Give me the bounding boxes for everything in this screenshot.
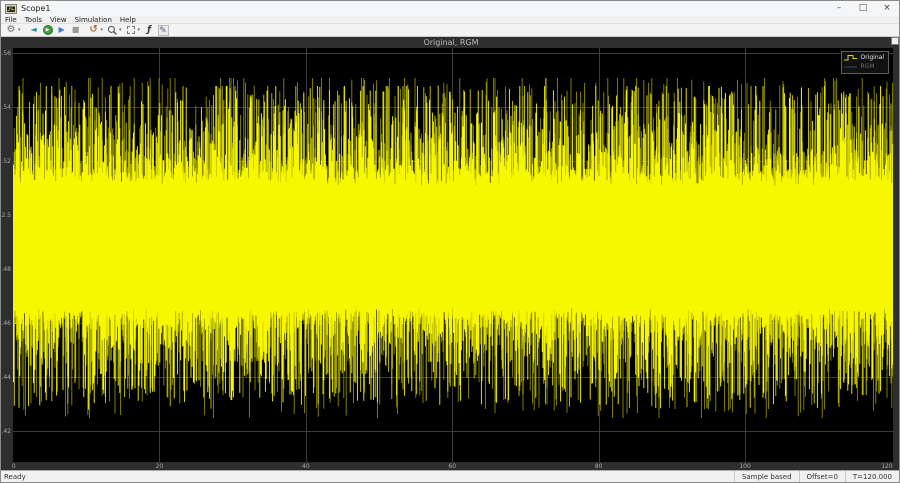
magnifier-icon: [107, 25, 118, 36]
menu-item-tools[interactable]: Tools: [21, 16, 46, 24]
zoom-button[interactable]: [106, 24, 118, 36]
trigger-button[interactable]: ƒ: [143, 24, 155, 36]
y-tick-label: 2.54: [0, 104, 11, 111]
status-offset: Offset=0: [799, 471, 845, 483]
y-tick-label: 2.52: [0, 158, 11, 165]
window-title: Scope1: [21, 4, 827, 13]
span-button[interactable]: [125, 24, 137, 36]
legend-line-original-icon: [844, 54, 858, 62]
status-sample-mode: Sample based: [734, 471, 799, 483]
menu-item-view[interactable]: View: [46, 16, 71, 24]
settings-dropdown-caret[interactable]: ▾: [18, 27, 21, 33]
y-tick-label: 2.44: [0, 374, 11, 381]
legend[interactable]: Original RGM: [841, 51, 889, 74]
plot-axes[interactable]: Original RGM: [13, 48, 893, 462]
stop-button[interactable]: ■: [70, 24, 82, 36]
restore-view-icon: ↺: [89, 24, 97, 36]
undock-icon[interactable]: [891, 37, 899, 45]
y-tick-label: 2.5: [1, 212, 11, 219]
minimize-button[interactable]: –: [827, 1, 851, 16]
status-bar: Ready Sample based Offset=0 T=120.000: [1, 470, 899, 482]
measurements-button[interactable]: ✎: [157, 24, 169, 36]
legend-label-rgm: RGM: [861, 63, 875, 70]
plot-title: Original, RGM: [1, 38, 900, 47]
maximize-button[interactable]: □: [851, 1, 875, 16]
measurements-icon: ✎: [158, 25, 169, 36]
span-dropdown-caret[interactable]: ▾: [138, 27, 141, 33]
menu-item-help[interactable]: Help: [116, 16, 140, 24]
legend-row-rgm: RGM: [844, 62, 884, 71]
status-ready: Ready: [1, 473, 734, 481]
run-icon: ▶: [43, 25, 53, 35]
y-tick-label: 2.46: [0, 320, 11, 327]
legend-label-original: Original: [861, 54, 884, 61]
y-tick-label: 2.42: [0, 428, 11, 435]
settings-button[interactable]: ⚙: [5, 24, 17, 36]
trigger-icon: ƒ: [147, 24, 151, 36]
menu-item-simulation[interactable]: Simulation: [71, 16, 116, 24]
legend-row-original: Original: [844, 53, 884, 62]
menu-bar: FileToolsViewSimulationHelp: [1, 16, 899, 24]
highlight-block-button[interactable]: ◄: [28, 24, 40, 36]
step-forward-button[interactable]: ▶: [56, 24, 68, 36]
span-icon: [127, 26, 135, 34]
close-button[interactable]: ×: [875, 1, 899, 16]
signal-plot: [13, 48, 893, 462]
y-tick-label: 2.48: [0, 266, 11, 273]
plot-region: Original, RGM Original RGM 2.562: [1, 37, 900, 472]
scope-app-icon: [5, 4, 17, 14]
restore-view-button[interactable]: ↺: [88, 24, 100, 36]
run-button[interactable]: ▶: [42, 24, 54, 36]
menu-item-file[interactable]: File: [1, 16, 21, 24]
highlight-block-icon: ◄: [30, 24, 36, 36]
status-time: T=120.000: [845, 471, 899, 483]
zoom-dropdown-caret[interactable]: ▾: [119, 27, 122, 33]
step-forward-icon: ▶: [58, 24, 64, 36]
y-tick-label: 2.56: [0, 50, 11, 57]
toolbar: ⚙ ▾ ◄ ▶ ▶ ■ ↺ ▾ ▾ ▾ ƒ ✎: [1, 24, 899, 37]
y-axis-labels: 2.56 2.54 2.52 2.5 2.48 2.46 2.44 2.42: [1, 48, 12, 462]
title-bar: Scope1 – □ ×: [1, 1, 899, 16]
stop-icon: ■: [72, 24, 80, 36]
restore-view-dropdown-caret[interactable]: ▾: [101, 27, 104, 33]
scope-window: Scope1 – □ × FileToolsViewSimulationHelp…: [0, 0, 900, 483]
gear-icon: ⚙: [7, 24, 16, 36]
legend-line-rgm-icon: [844, 63, 858, 71]
